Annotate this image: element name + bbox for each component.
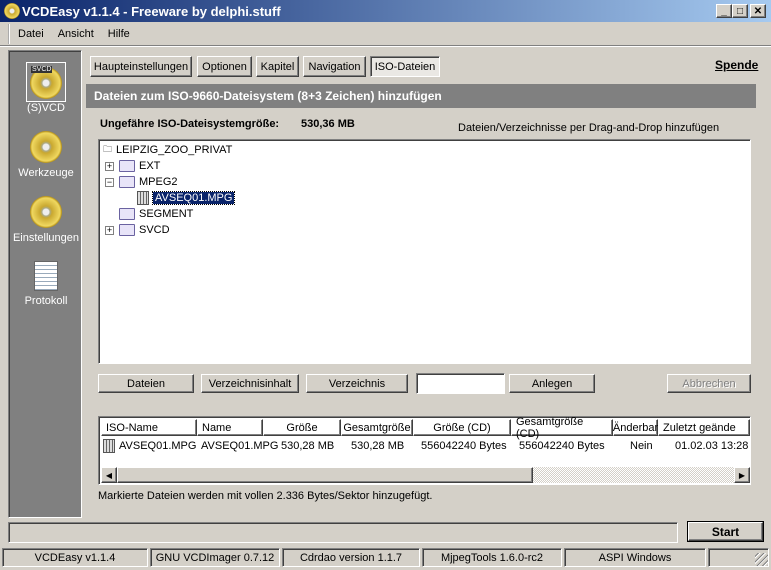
iso-size-value: 530,36 MB — [301, 118, 355, 130]
tree-item-svcd[interactable]: SVCD — [119, 222, 170, 238]
log-document-icon — [34, 261, 58, 291]
status-vcdimager: GNU VCDImager 0.7.12 — [150, 548, 280, 567]
menu-divider — [0, 45, 771, 47]
directory-button[interactable]: Verzeichnis — [306, 374, 408, 393]
sector-note: Markierte Dateien werden mit vollen 2.33… — [98, 490, 433, 502]
column-header[interactable]: Größe (CD) — [413, 419, 511, 436]
new-folder-name-input[interactable] — [416, 373, 505, 394]
tree-item-ext[interactable]: EXT — [119, 158, 160, 174]
menu-bar: Datei Ansicht Hilfe — [8, 24, 130, 44]
cell-size-cd: 556042240 Bytes — [421, 440, 507, 452]
maximize-button[interactable]: □ — [732, 4, 748, 18]
dir-content-button[interactable]: Verzeichnisinhalt — [201, 374, 299, 393]
tree-item-segment[interactable]: SEGMENT — [119, 206, 193, 222]
status-aspi: ASPI Windows — [564, 548, 706, 567]
sidebar-item-label: Protokoll — [24, 295, 68, 307]
menu-ansicht[interactable]: Ansicht — [58, 28, 94, 40]
donate-link[interactable]: Spende — [715, 58, 758, 72]
collapse-icon[interactable]: − — [105, 178, 114, 187]
iso-file-tree[interactable]: 🗀 LEIPZIG_ZOO_PRIVAT + EXT − MPEG2 AVSEQ0… — [98, 139, 751, 364]
tools-disc-icon — [30, 131, 62, 163]
table-row[interactable]: AVSEQ01.MPG AVSEQ01.MPG 530,28 MB 530,28… — [101, 438, 750, 454]
tab-haupteinstellungen[interactable]: Haupteinstellungen — [90, 56, 192, 77]
column-header[interactable]: Gesamtgröße (CD) — [511, 416, 613, 440]
tree-item-avseq01[interactable]: AVSEQ01.MPG — [137, 190, 236, 206]
scroll-thumb[interactable] — [117, 467, 533, 483]
app-icon — [4, 3, 20, 19]
sidebar-item-label: Einstellungen — [12, 232, 80, 244]
sidebar-item-einstellungen[interactable]: Einstellungen — [9, 196, 83, 244]
column-header[interactable]: Änderbar — [613, 419, 658, 436]
tree-item-label: MPEG2 — [139, 176, 178, 188]
column-header[interactable]: ISO-Name — [101, 419, 197, 436]
progress-bar — [8, 522, 678, 543]
expand-icon[interactable]: + — [105, 162, 114, 171]
sidebar-item-werkzeuge[interactable]: Werkzeuge — [9, 131, 83, 179]
folder-icon — [119, 160, 135, 172]
cell-last-modified: 01.02.03 13:28 — [675, 440, 749, 452]
start-button[interactable]: Start — [687, 521, 764, 542]
status-vcdeasy: VCDEasy v1.1.4 — [2, 548, 148, 567]
sidebar: SVCD (S)VCD Werkzeuge Einstellungen Prot… — [8, 50, 82, 518]
cell-total-size-cd: 556042240 Bytes — [519, 440, 605, 452]
files-button[interactable]: Dateien — [98, 374, 194, 393]
tree-item-label: EXT — [139, 160, 161, 172]
folder-icon — [119, 176, 135, 188]
status-mjpegtools: MjpegTools 1.6.0-rc2 — [422, 548, 562, 567]
folder-icon — [119, 208, 135, 220]
window-title: VCDEasy v1.1.4 - Freeware by delphi.stuf… — [22, 3, 281, 19]
scroll-left-button[interactable]: ◀ — [101, 467, 117, 483]
folder-icon — [119, 224, 135, 236]
video-file-icon — [137, 191, 149, 205]
tree-item-mpeg2[interactable]: MPEG2 — [119, 174, 178, 190]
tree-item-label: SVCD — [139, 224, 170, 236]
tree-item-label: SEGMENT — [139, 208, 194, 220]
settings-disc-icon — [30, 196, 62, 228]
tab-optionen[interactable]: Optionen — [197, 56, 252, 77]
expand-icon[interactable]: + — [105, 226, 114, 235]
cell-changeable: Nein — [630, 440, 653, 452]
add-button[interactable]: Anlegen — [509, 374, 595, 393]
file-list[interactable]: ISO-Name Name Größe Gesamtgröße Größe (C… — [98, 416, 751, 485]
cell-total-size: 530,28 MB — [351, 440, 405, 452]
cell-iso-name: AVSEQ01.MPG — [119, 440, 197, 452]
section-header: Dateien zum ISO-9660-Dateisystem (8+3 Ze… — [86, 84, 756, 108]
sidebar-item-protokoll[interactable]: Protokoll — [9, 261, 83, 307]
resize-grip-icon[interactable] — [755, 553, 768, 566]
sidebar-item-label: Werkzeuge — [18, 167, 74, 179]
column-header[interactable]: Größe — [263, 419, 341, 436]
status-cdrdao: Cdrdao version 1.1.7 — [282, 548, 420, 567]
tab-iso-dateien[interactable]: ISO-Dateien — [370, 56, 440, 77]
iso-size-label: Ungefähre ISO-Dateisystemgröße: — [100, 118, 280, 130]
menu-hilfe[interactable]: Hilfe — [108, 28, 130, 40]
horizontal-scrollbar[interactable]: ◀ ▶ — [101, 467, 750, 483]
cell-size: 530,28 MB — [281, 440, 335, 452]
cell-name: AVSEQ01.MPG — [201, 440, 279, 452]
sidebar-item-label: (S)VCD — [27, 102, 65, 114]
tab-kapitel[interactable]: Kapitel — [256, 56, 299, 77]
sidebar-item-svcd[interactable]: SVCD (S)VCD — [9, 62, 83, 114]
video-file-icon — [103, 439, 115, 453]
dragdrop-hint: Dateien/Verzeichnisse per Drag-and-Drop … — [458, 122, 720, 134]
close-button[interactable]: ✕ — [750, 4, 766, 18]
column-header[interactable]: Gesamtgröße — [341, 419, 413, 436]
tree-root[interactable]: 🗀 LEIPZIG_ZOO_PRIVAT — [103, 142, 232, 158]
minimize-button[interactable]: _ — [716, 4, 732, 18]
menu-datei[interactable]: Datei — [18, 28, 44, 40]
scroll-right-button[interactable]: ▶ — [734, 467, 750, 483]
tab-navigation[interactable]: Navigation — [303, 56, 366, 77]
title-bar: VCDEasy v1.1.4 - Freeware by delphi.stuf… — [0, 0, 771, 22]
column-header[interactable]: Name — [197, 419, 263, 436]
cancel-button[interactable]: Abbrechen — [667, 374, 751, 393]
column-header[interactable]: Zuletzt geände — [658, 419, 750, 436]
tree-item-label: AVSEQ01.MPG — [151, 191, 236, 205]
tree-item-label: LEIPZIG_ZOO_PRIVAT — [116, 144, 233, 156]
